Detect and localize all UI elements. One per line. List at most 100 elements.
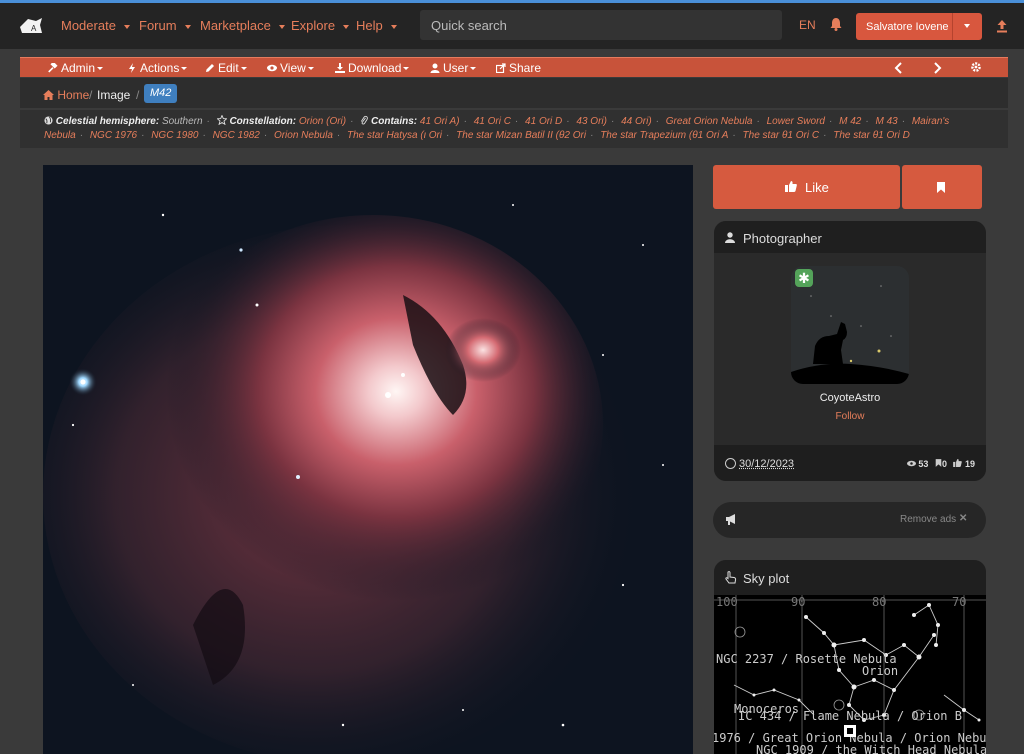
contains-item[interactable]: Orion Nebula xyxy=(274,130,333,141)
user-icon xyxy=(430,63,440,73)
gavel-icon xyxy=(48,63,58,73)
skyplot-title: Sky plot xyxy=(743,571,790,586)
contains-item[interactable]: 41 Ori C xyxy=(474,116,511,127)
bookmarks-stat: 0 xyxy=(935,459,947,469)
follow-link[interactable]: Follow xyxy=(714,411,986,422)
image-toolbar: Admin Actions Edit View Download User Sh… xyxy=(20,57,1008,77)
thumbs-up-icon xyxy=(785,181,797,192)
next-image-icon[interactable] xyxy=(932,62,942,74)
chevron-down-icon xyxy=(123,24,130,29)
clock-icon xyxy=(725,458,736,469)
download-icon xyxy=(335,63,345,73)
upload-icon[interactable] xyxy=(996,19,1008,33)
megaphone-icon xyxy=(726,514,735,525)
contains-item[interactable]: The star θ1 Ori C xyxy=(743,130,820,141)
globe-icon xyxy=(44,116,53,125)
contains-item[interactable]: M 42 xyxy=(839,116,861,127)
constellation-label: Constellation: xyxy=(229,116,297,127)
contains-item[interactable]: The star Hatysa (ι Ori xyxy=(347,130,442,141)
user-icon xyxy=(725,232,735,243)
image-stats: 53 0 19 xyxy=(903,459,975,469)
toolbar-actions[interactable]: Actions xyxy=(127,61,188,75)
contains-item[interactable]: Lower Sword xyxy=(767,116,825,127)
hemisphere-value: Southern xyxy=(161,116,203,127)
button-divider xyxy=(952,13,953,40)
pencil-icon xyxy=(206,64,214,72)
badge-icon: ✱ xyxy=(795,269,813,287)
contains-item[interactable]: Great Orion Nebula xyxy=(666,116,753,127)
language-selector[interactable]: EN xyxy=(799,18,816,32)
contains-item[interactable]: The star θ1 Ori D xyxy=(833,130,910,141)
nav-forum[interactable]: Forum xyxy=(139,18,191,33)
paperclip-icon xyxy=(361,115,369,125)
close-icon[interactable]: ✕ xyxy=(959,513,967,524)
breadcrumb-separator: / xyxy=(136,88,140,102)
share-icon xyxy=(496,63,506,73)
toolbar-share[interactable]: Share xyxy=(496,61,541,75)
astrophoto-orion-nebula[interactable] xyxy=(43,165,693,754)
chevron-down-icon xyxy=(278,24,285,29)
chevron-down-icon xyxy=(390,24,397,29)
ra-tick-label: 70 xyxy=(952,595,966,609)
contains-item[interactable]: NGC 1976 xyxy=(90,130,137,141)
svg-text:A: A xyxy=(31,24,37,33)
ra-tick-label: 80 xyxy=(872,595,886,609)
contains-item[interactable]: 41 Ori A) xyxy=(420,116,460,127)
contains-item[interactable]: M 43 xyxy=(875,116,897,127)
ra-tick-label: 100 xyxy=(716,595,738,609)
contains-item[interactable]: The star Trapezium (θ1 Ori A xyxy=(600,130,728,141)
bell-icon[interactable] xyxy=(830,17,842,31)
ad-bar: Remove ads ✕ xyxy=(713,502,986,538)
chevron-down-icon[interactable] xyxy=(964,24,970,28)
bookmark-button[interactable] xyxy=(902,165,982,209)
user-menu-button[interactable]: Salvatore Iovene xyxy=(856,13,982,40)
quick-search-input[interactable]: Quick search xyxy=(420,10,782,40)
breadcrumb: Home / Image / M42 xyxy=(20,78,1008,108)
contains-item[interactable]: 43 Ori) xyxy=(576,116,607,127)
like-label: Like xyxy=(805,180,829,195)
publish-date[interactable]: 30/12/2023 xyxy=(739,458,794,470)
breadcrumb-home[interactable]: Home xyxy=(43,88,89,102)
photographer-card: Photographer ✱ CoyoteAstro Follow 30/12/… xyxy=(714,221,986,481)
breadcrumb-image: Image xyxy=(97,88,131,102)
breadcrumb-tag: M42 xyxy=(144,84,178,103)
toolbar-edit[interactable]: Edit xyxy=(205,61,247,75)
nav-moderate[interactable]: Moderate xyxy=(61,18,130,33)
gear-icon[interactable] xyxy=(970,61,982,73)
toolbar-view[interactable]: View xyxy=(267,61,314,75)
nav-explore[interactable]: Explore xyxy=(291,18,350,33)
chevron-down-icon xyxy=(184,24,191,29)
photographer-name[interactable]: CoyoteAstro xyxy=(714,392,986,404)
eye-icon xyxy=(906,460,916,467)
bookmark-icon xyxy=(935,459,942,467)
sky-label: NGC 1909 / the Witch Head Nebula xyxy=(756,743,986,754)
sky-plot-map[interactable]: 100 90 80 70 NGC 2237 / Rosette Nebula O… xyxy=(714,595,986,754)
photographer-card-footer: 30/12/2023 53 0 19 xyxy=(714,445,986,481)
contains-item[interactable]: 41 Ori D xyxy=(525,116,562,127)
toolbar-download[interactable]: Download xyxy=(335,61,410,75)
nebula-image xyxy=(43,204,664,754)
toolbar-admin[interactable]: Admin xyxy=(48,61,104,75)
contains-item[interactable]: 44 Ori) xyxy=(621,116,652,127)
contains-item[interactable]: The star Mizan Batil II (θ2 Ori xyxy=(456,130,586,141)
contains-item[interactable]: NGC 1982 xyxy=(213,130,260,141)
contains-item[interactable]: NGC 1980 xyxy=(151,130,198,141)
photographer-title: Photographer xyxy=(743,231,822,246)
star-icon xyxy=(215,114,228,126)
navbar: A Moderate Forum Marketplace Explore Hel… xyxy=(0,3,1024,49)
remove-ads-link[interactable]: Remove ads xyxy=(900,514,956,525)
sky-plot-chart: 100 90 80 70 NGC 2237 / Rosette Nebula O… xyxy=(714,595,986,754)
toolbar-user[interactable]: User xyxy=(430,61,477,75)
astrobin-logo-icon[interactable]: A xyxy=(18,15,44,37)
nav-marketplace[interactable]: Marketplace xyxy=(200,18,285,33)
thumbs-up-icon xyxy=(953,459,963,467)
hemisphere-label: Celestial hemisphere: xyxy=(55,116,160,127)
ra-tick-label: 90 xyxy=(791,595,805,609)
breadcrumb-separator: / xyxy=(89,88,93,102)
constellation-link[interactable]: Orion (Ori) xyxy=(299,116,346,127)
nav-help[interactable]: Help xyxy=(356,18,397,33)
image-meta-tags: Celestial hemisphere: Southern · Constell… xyxy=(20,110,1008,148)
like-button[interactable]: Like xyxy=(713,165,900,209)
likes-stat: 19 xyxy=(953,459,975,469)
previous-image-icon[interactable] xyxy=(894,62,904,74)
